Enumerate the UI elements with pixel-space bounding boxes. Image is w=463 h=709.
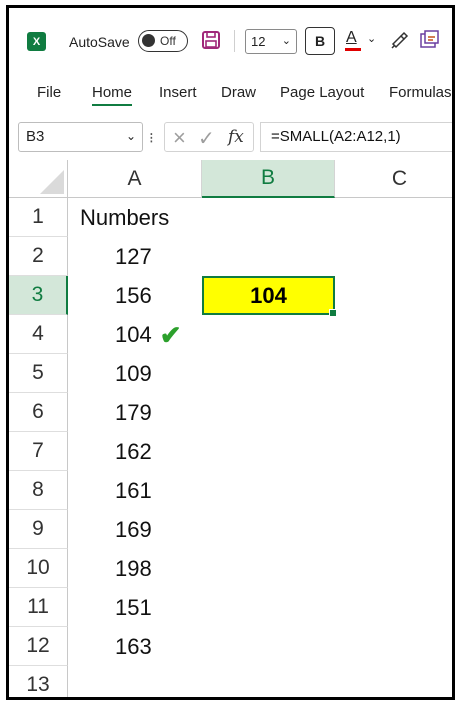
- row-header[interactable]: 10: [9, 549, 68, 588]
- font-color-label: A: [346, 29, 357, 46]
- sheet-row: 5 109: [9, 354, 452, 393]
- name-box[interactable]: B3 ⌄: [18, 122, 143, 152]
- sheet-row: 7 162: [9, 432, 452, 471]
- save-icon[interactable]: [202, 31, 220, 49]
- row-header[interactable]: 4: [9, 315, 68, 354]
- sheet-row: 10 198: [9, 549, 452, 588]
- cell-a12[interactable]: 163: [68, 627, 249, 666]
- more-commands-icon[interactable]: [419, 29, 441, 51]
- column-header-c[interactable]: C: [335, 160, 452, 198]
- tab-page-layout[interactable]: Page Layout: [280, 84, 364, 101]
- tab-formulas[interactable]: Formulas: [389, 84, 452, 101]
- cell-a5[interactable]: 109: [68, 354, 249, 393]
- sheet-row: 11 151: [9, 588, 452, 627]
- font-color-button[interactable]: A ⌄: [343, 28, 383, 54]
- cell-a4-value: 104: [115, 321, 152, 347]
- sheet-row: 3 156 104: [9, 276, 452, 317]
- tab-draw[interactable]: Draw: [221, 84, 256, 101]
- format-painter-icon[interactable]: [390, 30, 410, 50]
- row-header[interactable]: 2: [9, 237, 68, 276]
- quick-access-toolbar: X AutoSave Off 12 ⌄ B A ⌄: [9, 8, 452, 70]
- tab-insert[interactable]: Insert: [159, 84, 197, 101]
- autosave-state: Off: [160, 34, 176, 48]
- checkmark-icon: ✔: [159, 319, 182, 350]
- row-header[interactable]: 8: [9, 471, 68, 510]
- cell-a2[interactable]: 127: [68, 237, 249, 276]
- tab-home[interactable]: Home: [92, 84, 133, 106]
- formula-bar-grip-icon[interactable]: ⁝: [149, 129, 154, 147]
- row-header[interactable]: 12: [9, 627, 68, 666]
- cell-a10[interactable]: 198: [68, 549, 249, 588]
- formula-input[interactable]: =SMALL(A2:A12,1): [260, 122, 452, 152]
- formula-bar: B3 ⌄ ⁝ × ✓ fx =SMALL(A2:A12,1): [9, 115, 452, 160]
- row-header[interactable]: 9: [9, 510, 68, 549]
- cell-a7[interactable]: 162: [68, 432, 249, 471]
- formula-buttons: × ✓ fx: [164, 122, 254, 152]
- sheet-row: 1 Numbers: [9, 198, 452, 237]
- smallest-value-result: 104: [250, 282, 287, 308]
- row-header[interactable]: 6: [9, 393, 68, 432]
- sheet-row: 9 169: [9, 510, 452, 549]
- column-header-b[interactable]: B: [202, 160, 335, 198]
- sheet-row: 13: [9, 666, 452, 697]
- select-all-corner[interactable]: [9, 160, 68, 198]
- sheet-row: 12 163: [9, 627, 452, 666]
- excel-logo-icon: X: [27, 32, 46, 51]
- font-size-dropdown[interactable]: 12 ⌄: [245, 29, 297, 54]
- cell-a4[interactable]: 104 ✔: [68, 315, 249, 354]
- selected-cell-b3[interactable]: 104: [202, 276, 337, 317]
- cell-a11[interactable]: 151: [68, 588, 249, 627]
- toolbar-divider: [234, 30, 235, 52]
- insert-function-button[interactable]: fx: [228, 127, 244, 147]
- toggle-knob: [142, 34, 155, 47]
- sheet-row: 2 127: [9, 237, 452, 276]
- name-box-value: B3: [26, 128, 45, 145]
- chevron-down-icon: ⌄: [125, 129, 136, 143]
- bold-button[interactable]: B: [305, 27, 335, 55]
- row-header[interactable]: 7: [9, 432, 68, 471]
- autosave-toggle[interactable]: Off: [138, 30, 188, 52]
- cancel-icon[interactable]: ×: [173, 125, 186, 151]
- sheet-row: 6 179: [9, 393, 452, 432]
- row-header[interactable]: 13: [9, 666, 68, 697]
- font-color-swatch: [345, 48, 361, 51]
- enter-check-icon[interactable]: ✓: [198, 126, 215, 151]
- ribbon-tabs: File Home Insert Draw Page Layout Formul…: [9, 70, 452, 115]
- chevron-down-icon: ⌄: [281, 35, 291, 47]
- sheet-row: 4 104 ✔: [9, 315, 452, 354]
- font-size-value: 12: [251, 34, 266, 49]
- row-header[interactable]: 1: [9, 198, 68, 237]
- autosave-label: AutoSave: [69, 34, 130, 50]
- row-header[interactable]: 5: [9, 354, 68, 393]
- cell-a13[interactable]: [68, 666, 249, 697]
- excel-window: X AutoSave Off 12 ⌄ B A ⌄ File Home Inse…: [6, 5, 455, 700]
- cell-a1[interactable]: Numbers: [68, 198, 214, 237]
- row-header[interactable]: 3: [9, 276, 68, 315]
- row-header[interactable]: 11: [9, 588, 68, 627]
- chevron-down-icon: ⌄: [367, 33, 377, 45]
- tab-file[interactable]: File: [37, 84, 61, 101]
- cell-a6[interactable]: 179: [68, 393, 249, 432]
- sheet-row: 8 161: [9, 471, 452, 510]
- cell-a8[interactable]: 161: [68, 471, 249, 510]
- cell-a9[interactable]: 169: [68, 510, 249, 549]
- column-header-a[interactable]: A: [68, 160, 202, 198]
